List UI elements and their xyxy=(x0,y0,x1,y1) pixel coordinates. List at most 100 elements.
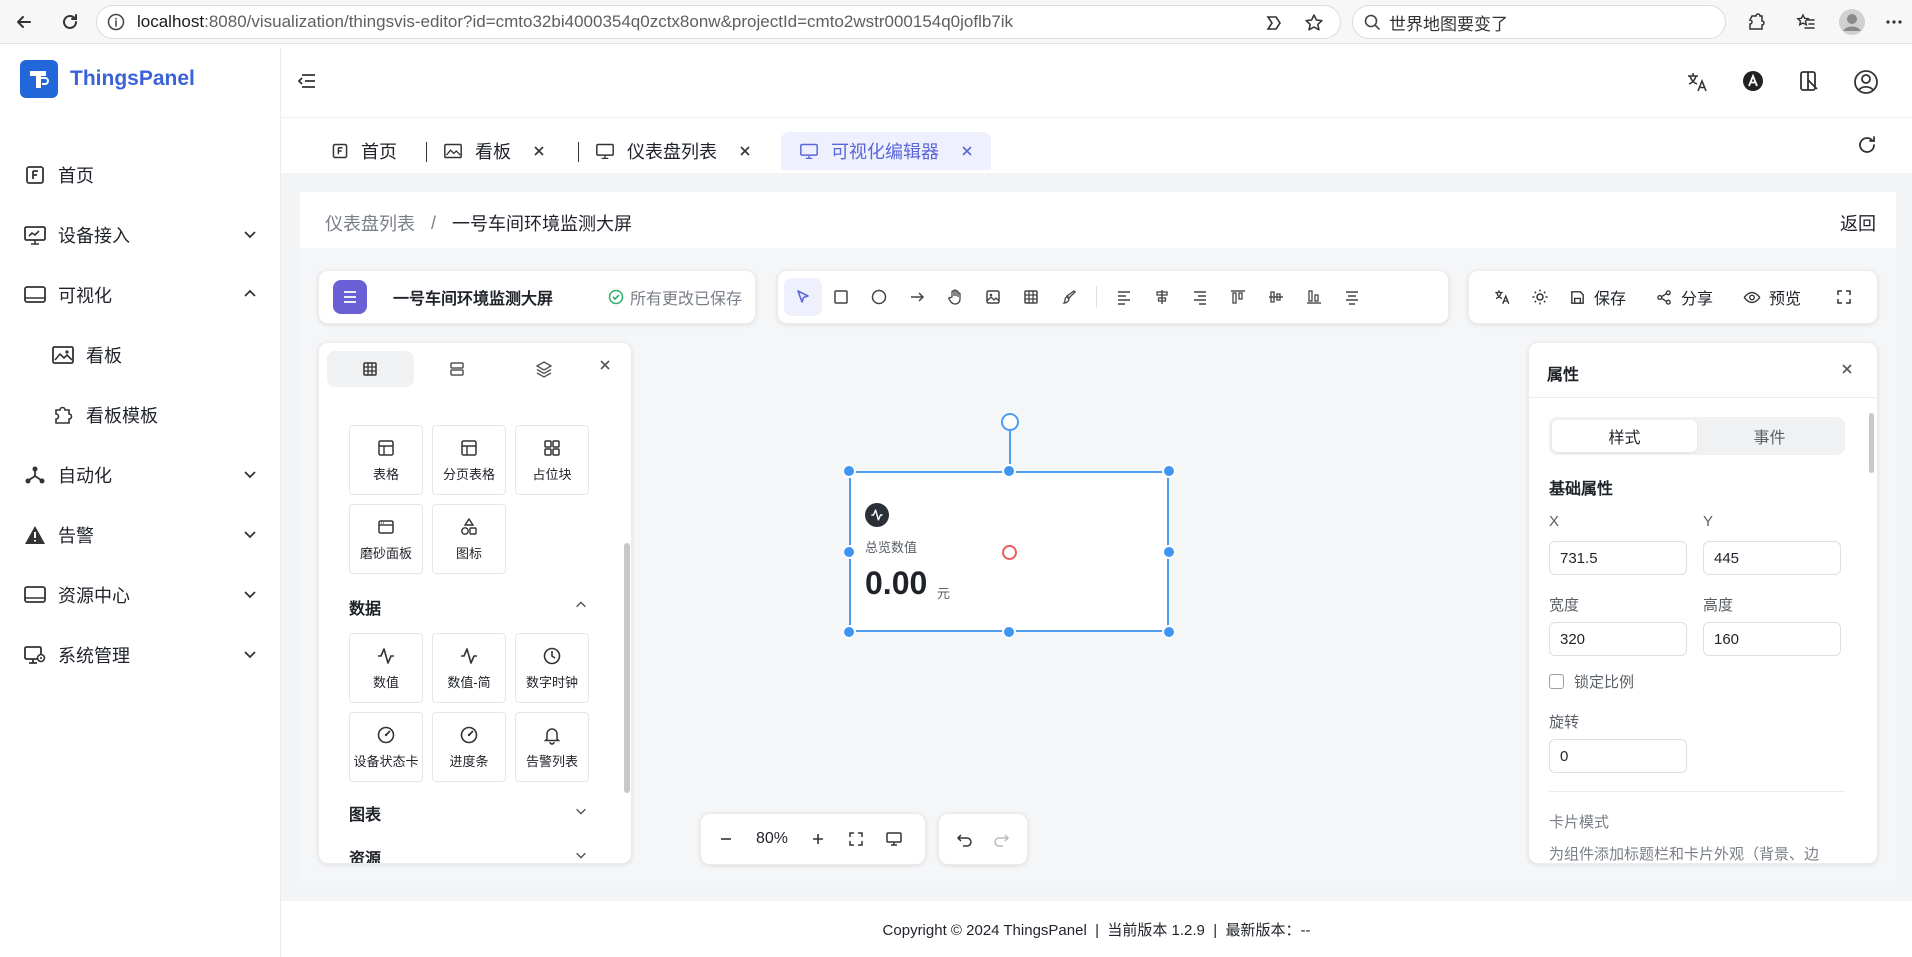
resize-handle-top-right[interactable] xyxy=(1162,464,1176,478)
select-tool-icon[interactable] xyxy=(784,278,822,316)
resize-handle-bottom-right[interactable] xyxy=(1162,625,1176,639)
component-tile-placeholder[interactable]: 占位块 xyxy=(515,425,589,495)
sun-icon[interactable] xyxy=(1521,278,1559,316)
layout-icon[interactable] xyxy=(1798,70,1820,92)
scrollbar[interactable] xyxy=(624,543,630,793)
sidebar-item-home[interactable]: 首页 xyxy=(22,152,270,198)
height-input[interactable]: 160 xyxy=(1703,622,1841,656)
y-input[interactable]: 445 xyxy=(1703,541,1841,575)
component-tile-progress-bar[interactable]: 进度条 xyxy=(432,712,506,782)
tab-home[interactable]: 首页 xyxy=(331,132,397,170)
theme-a-icon[interactable] xyxy=(1742,70,1764,92)
more-icon[interactable] xyxy=(1880,8,1908,36)
arrow-tool-icon[interactable] xyxy=(898,278,936,316)
tab-events[interactable]: 事件 xyxy=(1697,420,1842,452)
favorite-star-icon[interactable] xyxy=(1304,13,1324,33)
align-middle-v-icon[interactable] xyxy=(1257,278,1295,316)
resize-handle-right[interactable] xyxy=(1162,545,1176,559)
resize-handle-top-left[interactable] xyxy=(842,464,856,478)
favorites-list-icon[interactable] xyxy=(1792,8,1820,36)
component-tile-paged-table[interactable]: 分页表格 xyxy=(432,425,506,495)
align-center-h-icon[interactable] xyxy=(1143,278,1181,316)
component-tile-digital-clock[interactable]: 数字时钟 xyxy=(515,633,589,703)
menu-button[interactable] xyxy=(333,280,367,314)
save-button[interactable]: 保存 xyxy=(1569,285,1626,309)
return-button[interactable]: 返回 xyxy=(1840,210,1876,236)
circle-tool-icon[interactable] xyxy=(860,278,898,316)
align-bottom-icon[interactable] xyxy=(1295,278,1333,316)
close-icon[interactable] xyxy=(599,359,611,371)
address-bar[interactable]: localhost:8080/visualization/thingsvis-e… xyxy=(96,5,1341,39)
tab-components[interactable] xyxy=(327,351,414,387)
component-tile-value-simple[interactable]: 数值-简 xyxy=(432,633,506,703)
resize-handle-left[interactable] xyxy=(842,545,856,559)
zoom-out-icon[interactable] xyxy=(707,820,745,858)
section-chart-heading[interactable]: 图表 xyxy=(349,801,381,825)
tab-layers[interactable] xyxy=(500,351,587,387)
align-top-icon[interactable] xyxy=(1219,278,1257,316)
extensions-icon[interactable] xyxy=(1742,8,1770,36)
tab-style[interactable]: 样式 xyxy=(1552,420,1697,452)
sidebar-item-alarm[interactable]: 告警 xyxy=(22,512,270,558)
info-icon[interactable] xyxy=(107,13,125,31)
translate-icon[interactable] xyxy=(1483,278,1521,316)
share-button[interactable]: 分享 xyxy=(1656,285,1713,309)
breadcrumb-parent[interactable]: 仪表盘列表 xyxy=(325,210,415,236)
rectangle-tool-icon[interactable] xyxy=(822,278,860,316)
reload-icon[interactable] xyxy=(56,8,84,36)
close-tab-icon[interactable] xyxy=(961,145,973,157)
component-tile-table[interactable]: 表格 xyxy=(349,425,423,495)
rotate-handle[interactable] xyxy=(1001,413,1019,431)
section-resource-heading[interactable]: 资源 xyxy=(349,845,381,863)
refresh-icon[interactable] xyxy=(1856,134,1878,156)
resize-handle-bottom[interactable] xyxy=(1002,625,1016,639)
rotation-input[interactable]: 0 xyxy=(1549,739,1687,773)
sidebar-item-device-access[interactable]: 设备接入 xyxy=(22,212,270,258)
close-tab-icon[interactable] xyxy=(739,145,751,157)
sidebar-item-board-template[interactable]: 看板模板 xyxy=(50,392,270,438)
tab-dashboard-list[interactable]: 仪表盘列表 xyxy=(595,132,751,170)
profile-avatar[interactable] xyxy=(1836,6,1868,38)
distribute-icon[interactable] xyxy=(1333,278,1371,316)
close-icon[interactable] xyxy=(1841,363,1853,375)
component-tile-device-status-card[interactable]: 设备状态卡 xyxy=(349,712,423,782)
image-tool-icon[interactable] xyxy=(974,278,1012,316)
chevron-down-icon[interactable] xyxy=(574,848,588,862)
sidebar-item-board[interactable]: 看板 xyxy=(50,332,270,378)
screen-size-icon[interactable] xyxy=(875,820,913,858)
translate-icon[interactable] xyxy=(1685,70,1709,94)
section-data-heading[interactable]: 数据 xyxy=(349,595,381,619)
tab-layers-list[interactable] xyxy=(414,351,501,387)
lock-ratio-checkbox[interactable]: 锁定比例 xyxy=(1549,671,1634,692)
sidebar-item-automation[interactable]: 自动化 xyxy=(22,452,270,498)
fit-screen-icon[interactable] xyxy=(837,820,875,858)
tab-board[interactable]: 看板 xyxy=(443,132,545,170)
align-left-icon[interactable] xyxy=(1105,278,1143,316)
copilot-icon[interactable] xyxy=(1264,13,1286,33)
browser-search-box[interactable]: 世界地图要变了 xyxy=(1352,5,1726,39)
align-right-icon[interactable] xyxy=(1181,278,1219,316)
chevron-up-icon[interactable] xyxy=(574,598,588,612)
component-tile-frosted-panel[interactable]: 磨砂面板 xyxy=(349,504,423,574)
close-tab-icon[interactable] xyxy=(533,145,545,157)
zoom-in-icon[interactable] xyxy=(799,820,837,858)
tab-visual-editor[interactable]: 可视化编辑器 xyxy=(781,132,991,170)
user-account-icon[interactable] xyxy=(1853,69,1879,95)
width-input[interactable]: 320 xyxy=(1549,622,1687,656)
component-tile-value[interactable]: 数值 xyxy=(349,633,423,703)
sidebar-item-system-management[interactable]: 系统管理 xyxy=(22,632,270,678)
table-tool-icon[interactable] xyxy=(1012,278,1050,316)
component-tile-alarm-list[interactable]: 告警列表 xyxy=(515,712,589,782)
fullscreen-icon[interactable] xyxy=(1825,278,1863,316)
app-logo[interactable]: ThingsPanel xyxy=(20,60,195,98)
undo-icon[interactable] xyxy=(956,831,974,847)
x-input[interactable]: 731.5 xyxy=(1549,541,1687,575)
sidebar-item-visualization[interactable]: 可视化 xyxy=(22,272,270,318)
back-icon[interactable] xyxy=(10,8,38,36)
hand-tool-icon[interactable] xyxy=(936,278,974,316)
redo-icon[interactable] xyxy=(992,831,1010,847)
sidebar-item-resource-center[interactable]: 资源中心 xyxy=(22,572,270,618)
component-tile-icon[interactable]: 图标 xyxy=(432,504,506,574)
paint-brush-icon[interactable] xyxy=(1050,278,1088,316)
preview-button[interactable]: 预览 xyxy=(1743,285,1801,309)
